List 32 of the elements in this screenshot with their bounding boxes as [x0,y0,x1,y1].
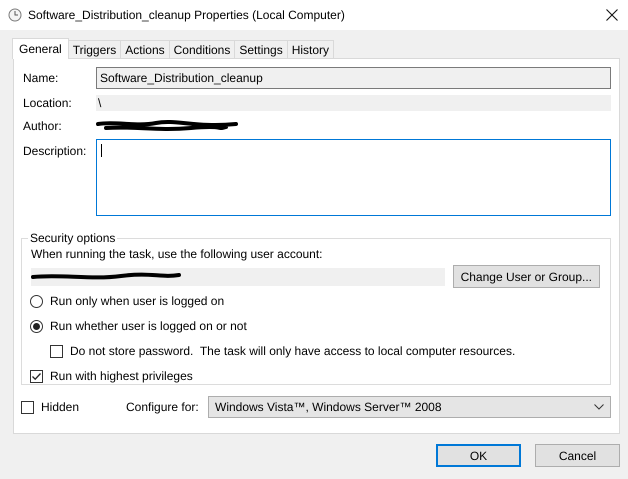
tab[interactable]: Settings [234,40,288,58]
configure-dropdown[interactable]: Windows Vista™, Windows Server™ 2008 [208,396,611,418]
checkbox-label: Run with highest privileges [50,369,193,383]
radio-button[interactable] [30,320,43,332]
name-field[interactable]: Software_Distribution_cleanup [96,67,611,89]
field-label: Description: [22,144,88,158]
checkbox-label: Do not store password. The task will only have access to local computer resources. [70,344,516,358]
clock-icon [8,8,22,22]
group-title: Security options [29,231,116,245]
checkbox[interactable] [50,344,63,358]
checkbox[interactable] [21,400,34,414]
description-field[interactable] [96,139,611,216]
radio-label: Run only when user is logged on [50,294,224,308]
checkbox[interactable] [30,370,43,382]
dialog-button[interactable]: Cancel [535,444,620,467]
field-label: Configure for: [126,400,200,414]
radio-label: Run whether user is logged on or not [50,319,247,333]
tab[interactable]: History [286,40,334,58]
window-title: Software_Distribution_cleanup Properties (Local Computer) [28,8,346,22]
field-label: Location: [22,96,73,110]
account-prompt: When running the task, use the following user account: [31,247,324,261]
field-label: Name: [22,71,60,85]
checkbox-label: Hidden [41,400,80,414]
chevron-down-icon [594,404,604,410]
close-icon[interactable] [606,9,618,21]
dialog-button[interactable]: OK [436,444,521,467]
change-user-button[interactable]: Change User or Group... [452,265,600,288]
field-label: Author: [22,119,63,133]
tab[interactable]: General [12,38,69,59]
tab[interactable]: Triggers [68,40,122,58]
radio-button[interactable] [30,294,43,308]
location-field: \ [96,95,611,111]
